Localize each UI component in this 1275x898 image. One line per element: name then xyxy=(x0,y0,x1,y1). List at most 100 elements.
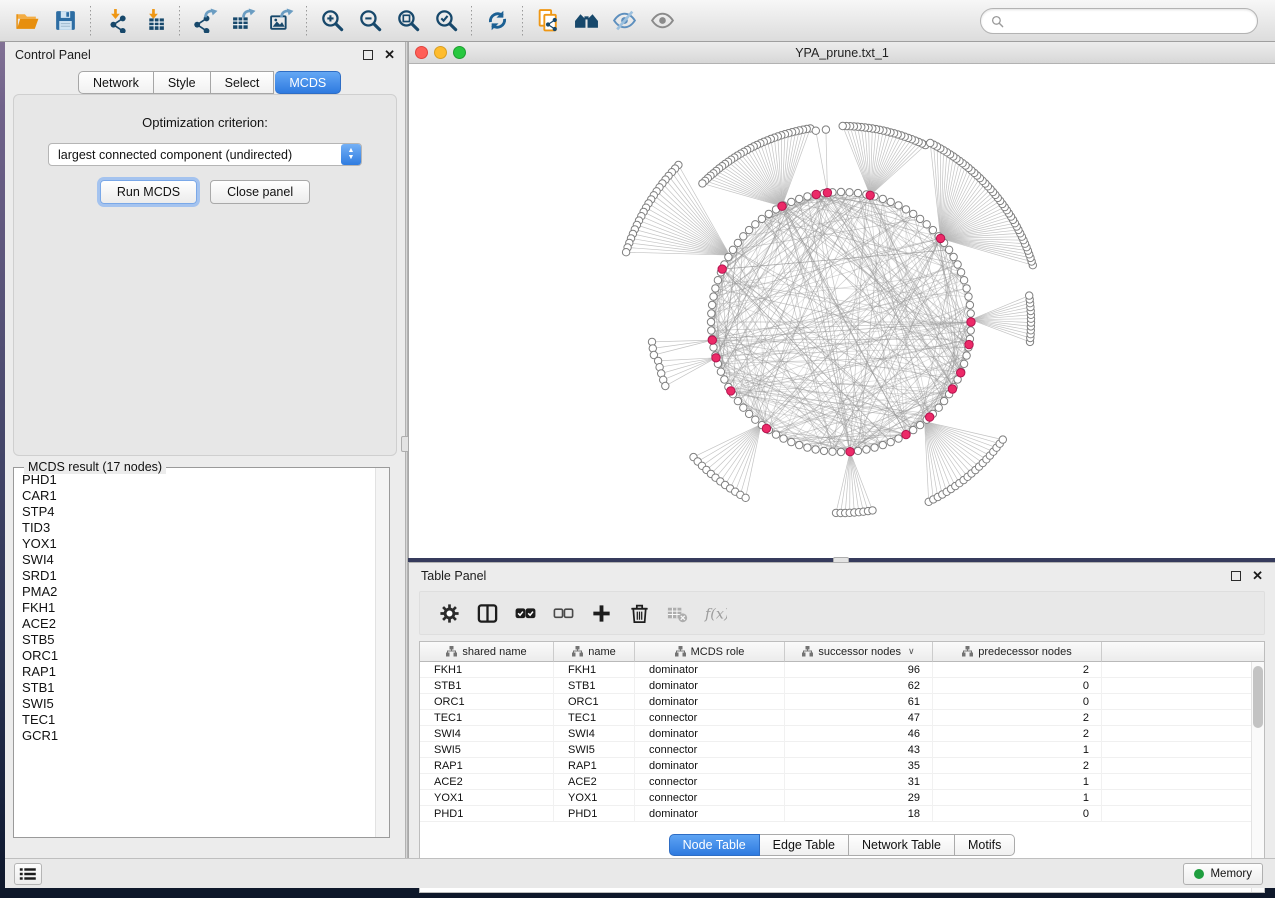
tab-edge-table[interactable]: Edge Table xyxy=(760,834,849,856)
save-session-button[interactable] xyxy=(46,4,84,38)
open-session-button[interactable] xyxy=(8,4,46,38)
mcds-result-item[interactable]: YOX1 xyxy=(22,536,375,552)
export-image-button[interactable] xyxy=(262,4,300,38)
criterion-select[interactable]: largest connected component (undirected)… xyxy=(48,143,362,166)
network-node[interactable] xyxy=(954,261,961,268)
mcds-dominator-node[interactable] xyxy=(712,354,720,362)
table-row[interactable]: SWI5SWI5connector431 xyxy=(420,742,1264,758)
network-node[interactable] xyxy=(712,285,719,292)
network-node[interactable] xyxy=(780,435,787,442)
table-row[interactable]: STB1STB1dominator620 xyxy=(420,678,1264,694)
network-node[interactable] xyxy=(812,446,819,453)
network-node[interactable] xyxy=(788,198,795,205)
import-network-button[interactable] xyxy=(97,4,135,38)
first-neighbors-button[interactable] xyxy=(567,4,605,38)
mcds-result-item[interactable]: FKH1 xyxy=(22,600,375,616)
tab-motifs[interactable]: Motifs xyxy=(955,834,1015,856)
network-node[interactable] xyxy=(707,318,714,325)
network-node[interactable] xyxy=(854,189,861,196)
mcds-result-item[interactable]: STP4 xyxy=(22,504,375,520)
network-node[interactable] xyxy=(699,180,706,187)
mcds-dominator-node[interactable] xyxy=(926,413,934,421)
network-node[interactable] xyxy=(963,352,970,359)
apply-layout-button[interactable] xyxy=(478,4,516,38)
export-network-button[interactable] xyxy=(186,4,224,38)
network-node[interactable] xyxy=(725,253,732,260)
deselect-rows-button[interactable] xyxy=(544,595,582,631)
network-node[interactable] xyxy=(804,193,811,200)
network-node[interactable] xyxy=(772,431,779,438)
network-node[interactable] xyxy=(752,416,759,423)
column-header-successor-nodes[interactable]: successor nodes∨ xyxy=(785,642,933,662)
table-row[interactable]: FKH1FKH1dominator962 xyxy=(420,662,1264,678)
network-node[interactable] xyxy=(740,233,747,240)
mcds-result-item[interactable]: SWI4 xyxy=(22,552,375,568)
network-node[interactable] xyxy=(717,368,724,375)
show-all-button[interactable] xyxy=(643,4,681,38)
network-node[interactable] xyxy=(879,195,886,202)
network-node[interactable] xyxy=(721,376,728,383)
network-node[interactable] xyxy=(916,421,923,428)
zoom-fit-button[interactable] xyxy=(389,4,427,38)
tab-network[interactable]: Network xyxy=(78,71,154,94)
network-node[interactable] xyxy=(950,253,957,260)
table-row[interactable]: ORC1ORC1dominator610 xyxy=(420,694,1264,710)
network-node[interactable] xyxy=(1026,292,1033,299)
network-canvas[interactable] xyxy=(409,64,1275,558)
mcds-result-item[interactable]: GCR1 xyxy=(22,728,375,744)
network-node[interactable] xyxy=(940,397,947,404)
hide-selected-button[interactable] xyxy=(605,4,643,38)
network-node[interactable] xyxy=(837,188,844,195)
mcds-result-item[interactable]: ACE2 xyxy=(22,616,375,632)
mcds-result-item[interactable]: PMA2 xyxy=(22,584,375,600)
network-node[interactable] xyxy=(871,444,878,451)
network-node[interactable] xyxy=(714,277,721,284)
tab-mcds[interactable]: MCDS xyxy=(275,71,341,94)
network-node[interactable] xyxy=(796,195,803,202)
network-node[interactable] xyxy=(916,215,923,222)
network-node[interactable] xyxy=(929,226,936,233)
table-row[interactable]: ACE2ACE2connector311 xyxy=(420,774,1264,790)
task-history-button[interactable] xyxy=(14,863,42,885)
network-node[interactable] xyxy=(622,249,629,256)
mcds-result-item[interactable]: RAP1 xyxy=(22,664,375,680)
network-node[interactable] xyxy=(967,327,974,334)
network-node[interactable] xyxy=(839,122,846,129)
mcds-result-item[interactable]: SRD1 xyxy=(22,568,375,584)
zoom-in-button[interactable] xyxy=(313,4,351,38)
mcds-dominator-node[interactable] xyxy=(948,385,956,393)
table-row[interactable]: RAP1RAP1dominator352 xyxy=(420,758,1264,774)
table-row[interactable]: YOX1YOX1connector291 xyxy=(420,790,1264,806)
mcds-dominator-node[interactable] xyxy=(718,265,726,273)
network-node[interactable] xyxy=(745,410,752,417)
network-node[interactable] xyxy=(967,310,974,317)
mcds-dominator-node[interactable] xyxy=(936,234,944,242)
tab-node-table[interactable]: Node Table xyxy=(669,834,760,856)
column-header-shared-name[interactable]: shared name xyxy=(420,642,554,662)
delete-column-button[interactable] xyxy=(620,595,658,631)
table-row[interactable]: TEC1TEC1connector472 xyxy=(420,710,1264,726)
network-node[interactable] xyxy=(895,202,902,209)
column-header-predecessor-nodes[interactable]: predecessor nodes xyxy=(933,642,1102,662)
tab-select[interactable]: Select xyxy=(211,71,275,94)
network-node[interactable] xyxy=(960,277,967,284)
network-node[interactable] xyxy=(729,246,736,253)
mcds-list-scrollbar[interactable] xyxy=(375,468,389,837)
mcds-dominator-node[interactable] xyxy=(967,318,975,326)
mcds-dominator-node[interactable] xyxy=(762,424,770,432)
network-node[interactable] xyxy=(742,494,749,501)
mcds-dominator-node[interactable] xyxy=(965,340,973,348)
table-scrollbar-thumb[interactable] xyxy=(1253,666,1263,728)
mcds-dominator-node[interactable] xyxy=(866,191,874,199)
network-node[interactable] xyxy=(822,126,829,133)
table-row[interactable]: PHD1PHD1dominator180 xyxy=(420,806,1264,822)
column-header-MCDS-role[interactable]: MCDS role xyxy=(635,642,785,662)
network-node[interactable] xyxy=(710,293,717,300)
network-node[interactable] xyxy=(734,397,741,404)
mcds-dominator-node[interactable] xyxy=(902,430,910,438)
network-node[interactable] xyxy=(963,285,970,292)
network-node[interactable] xyxy=(923,221,930,228)
network-node[interactable] xyxy=(895,435,902,442)
network-node[interactable] xyxy=(740,404,747,411)
table-float-panel-icon[interactable] xyxy=(1231,571,1241,581)
